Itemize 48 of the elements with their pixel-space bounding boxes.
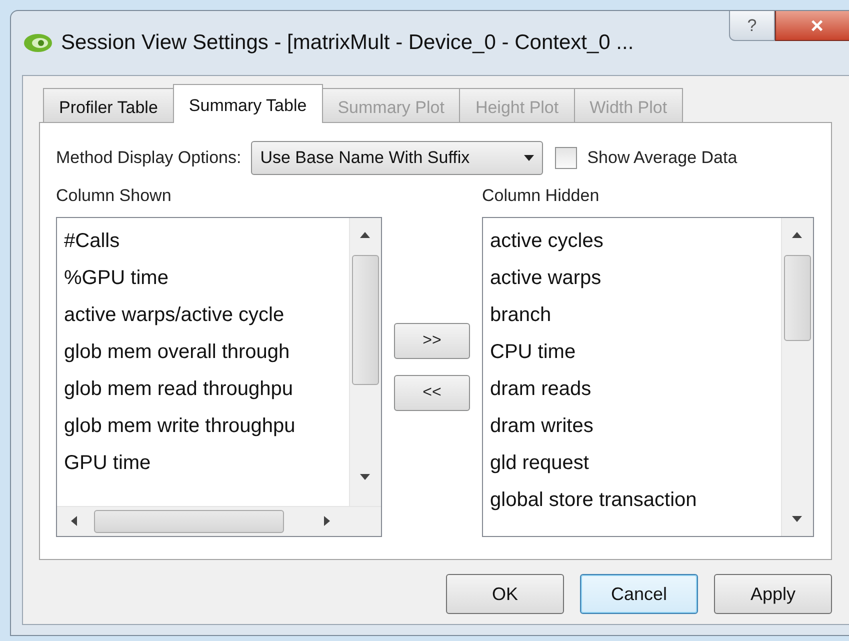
scroll-down-icon[interactable] bbox=[360, 474, 370, 480]
window-title: Session View Settings - [matrixMult - Device_0 - Context_0 ... bbox=[61, 30, 634, 56]
checkbox[interactable] bbox=[555, 147, 578, 169]
help-button[interactable]: ? bbox=[729, 11, 775, 41]
tab[interactable]: Summary Table bbox=[172, 84, 323, 123]
list-item[interactable]: active cycles bbox=[490, 222, 781, 260]
scroll-down-icon[interactable] bbox=[792, 516, 802, 522]
list-item[interactable]: glob mem overall through bbox=[64, 334, 349, 370]
scroll-left-icon[interactable] bbox=[71, 516, 77, 526]
list-item[interactable]: dram reads bbox=[490, 370, 781, 408]
method-display-dropdown[interactable]: Use Base Name With Suffix bbox=[251, 141, 544, 175]
vertical-scrollbar[interactable] bbox=[349, 218, 381, 506]
scroll-right-icon[interactable] bbox=[324, 516, 330, 526]
list-item[interactable]: active warps bbox=[490, 260, 781, 296]
list-item[interactable]: branch bbox=[490, 296, 781, 334]
list-item[interactable]: GPU time bbox=[64, 444, 349, 482]
dropdown-value: Use Base Name With Suffix bbox=[260, 147, 470, 170]
app-logo-icon bbox=[23, 32, 53, 54]
list-item[interactable]: gld request bbox=[490, 444, 781, 482]
dialog-button[interactable]: Cancel bbox=[580, 574, 698, 614]
list-item[interactable]: #Calls bbox=[64, 222, 349, 260]
scroll-thumb[interactable] bbox=[352, 254, 379, 384]
list-box[interactable]: #Calls %GPU time active warps/active cycle glob mem overall through glob mem read throughpu glob mem write throughpu GPU time bbox=[56, 216, 382, 536]
scroll-up-icon[interactable] bbox=[792, 232, 802, 238]
list-item[interactable]: active warps/active cycle bbox=[64, 296, 349, 334]
list-item[interactable]: glob mem write throughpu bbox=[64, 408, 349, 444]
vertical-scrollbar[interactable] bbox=[781, 218, 813, 536]
horizontal-scrollbar[interactable] bbox=[57, 506, 349, 536]
move-button[interactable]: >> bbox=[394, 323, 470, 359]
list-box[interactable]: active cycles active warps branch CPU time dram reads dram writes gld request global store transaction bbox=[482, 216, 814, 536]
move-button[interactable]: << bbox=[394, 375, 470, 411]
scrollbar-corner bbox=[349, 506, 381, 536]
list-item[interactable]: %GPU time bbox=[64, 260, 349, 296]
list-item[interactable]: CPU time bbox=[490, 334, 781, 370]
dialog-button[interactable]: Apply bbox=[714, 574, 832, 614]
list-label: Column Shown bbox=[56, 185, 172, 207]
method-display-label: Method Display Options: bbox=[56, 147, 242, 170]
tab[interactable]: Profiler Table bbox=[43, 88, 174, 122]
caret-icon bbox=[524, 155, 534, 161]
list-label: Column Hidden bbox=[482, 185, 600, 207]
scroll-thumb[interactable] bbox=[94, 510, 284, 532]
list-item[interactable]: global store transaction bbox=[490, 482, 781, 518]
list-item[interactable]: dram writes bbox=[490, 408, 781, 444]
checkbox-label: Show Average Data bbox=[587, 147, 738, 170]
list-item[interactable]: glob mem read throughpu bbox=[64, 370, 349, 408]
scroll-thumb[interactable] bbox=[784, 254, 811, 340]
dialog-button[interactable]: OK bbox=[446, 574, 564, 614]
scroll-up-icon[interactable] bbox=[360, 232, 370, 238]
